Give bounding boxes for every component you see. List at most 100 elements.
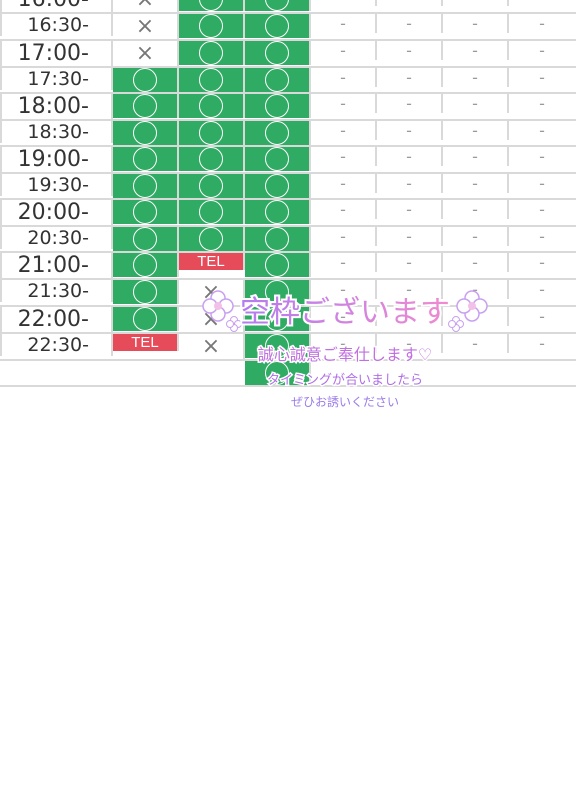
available-slot[interactable]	[245, 94, 311, 118]
available-slot[interactable]	[179, 200, 245, 224]
available-slot[interactable]	[113, 94, 179, 118]
circle-icon	[265, 227, 289, 251]
closed-slot: -	[443, 147, 509, 166]
closed-slot: -	[539, 280, 545, 299]
circle-icon	[199, 41, 223, 65]
available-slot[interactable]	[179, 147, 245, 171]
available-slot[interactable]	[113, 121, 179, 145]
closed-slot: -	[443, 121, 509, 140]
closed-slot: -	[377, 227, 443, 246]
circle-icon	[265, 253, 289, 277]
closed-slot: -	[311, 174, 377, 193]
schedule-row: 21:30- × - - - -	[0, 280, 576, 307]
tel-slot[interactable]: TEL	[113, 334, 179, 351]
available-slot[interactable]	[113, 253, 179, 277]
full-slot: ×	[179, 334, 245, 359]
available-slot[interactable]	[179, 41, 245, 65]
closed-slot: -	[539, 41, 545, 60]
available-slot[interactable]	[113, 227, 179, 251]
available-slot[interactable]	[245, 307, 311, 331]
circle-icon	[265, 94, 289, 118]
available-slot[interactable]	[113, 174, 179, 198]
closed-slot: -	[443, 253, 509, 272]
available-slot[interactable]	[113, 307, 179, 331]
closed-slot: -	[377, 121, 443, 140]
circle-icon	[265, 41, 289, 65]
available-slot[interactable]	[245, 147, 311, 171]
circle-icon	[133, 147, 157, 171]
available-slot[interactable]	[179, 174, 245, 198]
available-slot[interactable]	[113, 68, 179, 92]
available-slot[interactable]	[245, 68, 311, 92]
schedule-row: 19:00- - - - -	[0, 147, 576, 174]
closed-slot: -	[443, 174, 509, 193]
closed-slot: -	[443, 0, 509, 6]
circle-icon	[199, 68, 223, 92]
circle-icon	[265, 200, 289, 224]
schedule-row: 19:30- - - - -	[0, 174, 576, 200]
time-label: 21:00-	[0, 253, 113, 278]
tel-slot[interactable]: TEL	[179, 253, 245, 270]
closed-slot: -	[311, 41, 377, 60]
availability-table: ×----16:00-×----16:30-×----17:00-×----17…	[0, 0, 576, 387]
circle-icon	[265, 334, 289, 358]
available-slot[interactable]	[113, 280, 179, 304]
available-slot[interactable]	[245, 121, 311, 145]
schedule-row: 20:00- - - - -	[0, 200, 576, 227]
closed-slot: -	[377, 147, 443, 166]
schedule-row: 22:30- TEL × - - - -	[0, 334, 576, 361]
circle-icon	[133, 253, 157, 277]
available-slot[interactable]	[245, 174, 311, 198]
stamp-line-3: ぜひお誘いください	[291, 395, 399, 409]
available-slot[interactable]	[113, 200, 179, 224]
closed-slot: -	[311, 147, 377, 166]
circle-icon	[199, 227, 223, 251]
available-slot[interactable]	[179, 121, 245, 145]
closed-slot: -	[539, 174, 545, 193]
available-slot[interactable]	[245, 361, 311, 385]
closed-slot: -	[443, 334, 509, 353]
closed-slot: -	[311, 307, 377, 326]
schedule-row	[0, 361, 576, 387]
closed-slot: -	[377, 253, 443, 272]
available-slot[interactable]	[179, 94, 245, 118]
closed-slot: -	[377, 94, 443, 113]
available-slot[interactable]	[245, 41, 311, 65]
available-slot[interactable]	[245, 14, 311, 38]
available-slot[interactable]	[245, 227, 311, 251]
available-slot[interactable]	[245, 280, 311, 304]
closed-slot: -	[311, 253, 377, 272]
closed-slot: -	[377, 0, 443, 6]
circle-icon	[199, 121, 223, 145]
time-label: 22:30-	[0, 334, 113, 356]
available-slot[interactable]	[245, 334, 311, 358]
closed-slot: -	[443, 14, 509, 33]
closed-slot: -	[539, 147, 545, 166]
available-slot[interactable]	[179, 227, 245, 251]
time-label: 18:00-	[0, 94, 113, 119]
time-label: 19:00-	[0, 147, 113, 172]
closed-slot: -	[443, 94, 509, 113]
circle-icon	[199, 174, 223, 198]
available-slot[interactable]	[179, 0, 245, 11]
closed-slot: -	[377, 68, 443, 87]
available-slot[interactable]	[245, 200, 311, 224]
circle-icon	[133, 174, 157, 198]
closed-slot: -	[443, 307, 509, 326]
closed-slot: -	[539, 14, 545, 33]
available-slot[interactable]	[245, 253, 311, 277]
time-label: 20:00-	[0, 200, 113, 225]
schedule-row: 18:00- - - - -	[0, 94, 576, 121]
available-slot[interactable]	[113, 147, 179, 171]
available-slot[interactable]	[245, 0, 311, 11]
closed-slot: -	[377, 334, 443, 353]
available-slot[interactable]	[179, 68, 245, 92]
closed-slot: -	[311, 121, 377, 140]
available-slot[interactable]	[179, 14, 245, 38]
closed-slot: -	[311, 68, 377, 87]
schedule-row: 21:00- TEL - - - -	[0, 253, 576, 280]
closed-slot: -	[377, 307, 443, 326]
closed-slot: -	[443, 280, 509, 299]
circle-icon	[265, 0, 289, 11]
circle-icon	[133, 121, 157, 145]
